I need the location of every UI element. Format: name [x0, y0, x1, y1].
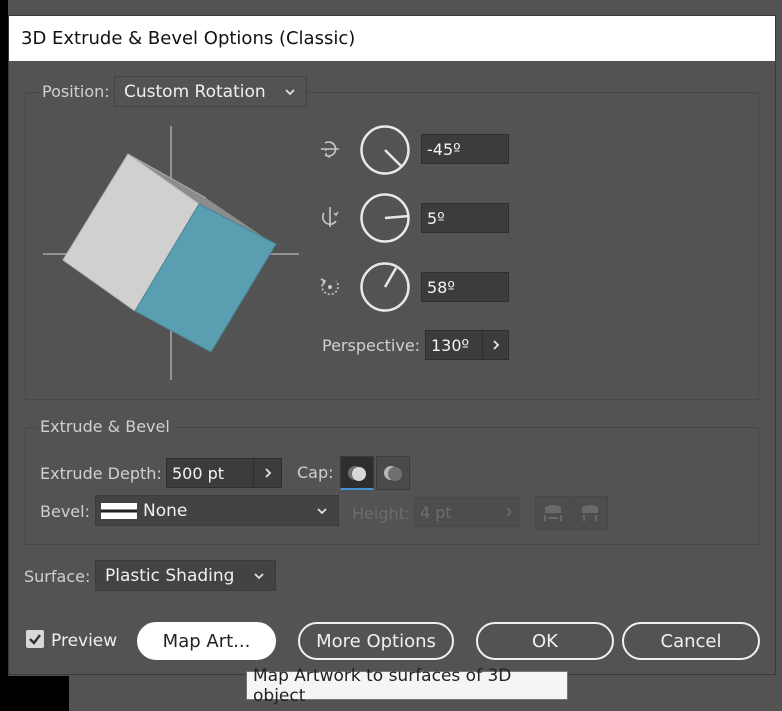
height-field[interactable]: 4 pt [414, 497, 499, 527]
chevron-right-icon [264, 468, 271, 478]
surface-dropdown[interactable]: Plastic Shading [95, 560, 276, 591]
checkmark-icon [29, 634, 41, 645]
position-dropdown-value: Custom Rotation [124, 81, 266, 102]
perspective-slider-button[interactable] [482, 330, 509, 360]
map-art-button[interactable]: Map Art... [137, 622, 276, 660]
map-art-tooltip: Map Artwork to surfaces of 3D object [246, 666, 568, 706]
z-axis-rotate-icon [315, 272, 345, 302]
cap-on-icon [348, 465, 366, 481]
y-rotation-field[interactable]: 5º [421, 203, 509, 233]
y-axis-rotate-icon [315, 202, 345, 232]
extrude-depth-label: Extrude Depth: [40, 464, 162, 483]
dialog-window: 3D Extrude & Bevel Options (Classic) Pos… [8, 15, 776, 675]
cap-on-button[interactable] [340, 456, 374, 490]
extrude-bevel-label: Extrude & Bevel [37, 417, 173, 436]
ok-button[interactable]: OK [476, 622, 614, 660]
cap-label: Cap: [297, 463, 334, 482]
bevel-in-button[interactable] [572, 496, 608, 530]
z-rotation-field[interactable]: 58º [421, 272, 509, 302]
rotation-track-cube[interactable] [39, 124, 301, 384]
height-slider-button[interactable] [498, 497, 520, 527]
bevel-label: Bevel: [40, 502, 90, 521]
bevel-none-swatch-icon [101, 502, 137, 519]
cap-off-button[interactable] [376, 456, 410, 490]
chevron-down-icon [317, 507, 327, 514]
surface-label: Surface: [24, 567, 91, 586]
chevron-down-icon [285, 88, 295, 95]
dialog-title: 3D Extrude & Bevel Options (Classic) [9, 16, 775, 61]
height-label: Height: [352, 504, 411, 523]
chevron-down-icon [254, 572, 264, 579]
chevron-right-icon [492, 340, 499, 350]
perspective-label: Perspective: [322, 336, 421, 355]
extrude-depth-field[interactable]: 500 pt [166, 458, 254, 488]
cap-off-icon [384, 466, 402, 481]
position-dropdown[interactable]: Custom Rotation [114, 76, 307, 107]
cancel-button[interactable]: Cancel [622, 622, 760, 660]
surface-dropdown-value: Plastic Shading [105, 565, 235, 586]
extrude-depth-slider-button[interactable] [253, 458, 282, 488]
bevel-out-icon [544, 505, 562, 521]
position-label: Position: [40, 82, 112, 101]
preview-label[interactable]: Preview [51, 631, 117, 651]
x-axis-rotate-icon [315, 134, 345, 164]
x-rotation-field[interactable]: -45º [421, 134, 509, 164]
perspective-field[interactable]: 130º [425, 330, 483, 360]
bevel-dropdown-value: None [143, 500, 188, 521]
background-strip [0, 0, 8, 711]
bevel-out-button[interactable] [535, 496, 571, 530]
y-rotation-dial[interactable] [359, 192, 411, 244]
preview-checkbox[interactable] [26, 630, 44, 648]
bevel-dropdown[interactable]: None [95, 495, 339, 526]
chevron-right-icon [506, 507, 513, 517]
x-rotation-dial[interactable] [359, 124, 411, 176]
z-rotation-dial[interactable] [359, 261, 411, 313]
more-options-button[interactable]: More Options [298, 622, 454, 660]
bevel-in-icon [582, 505, 598, 521]
background-corner [0, 676, 69, 711]
